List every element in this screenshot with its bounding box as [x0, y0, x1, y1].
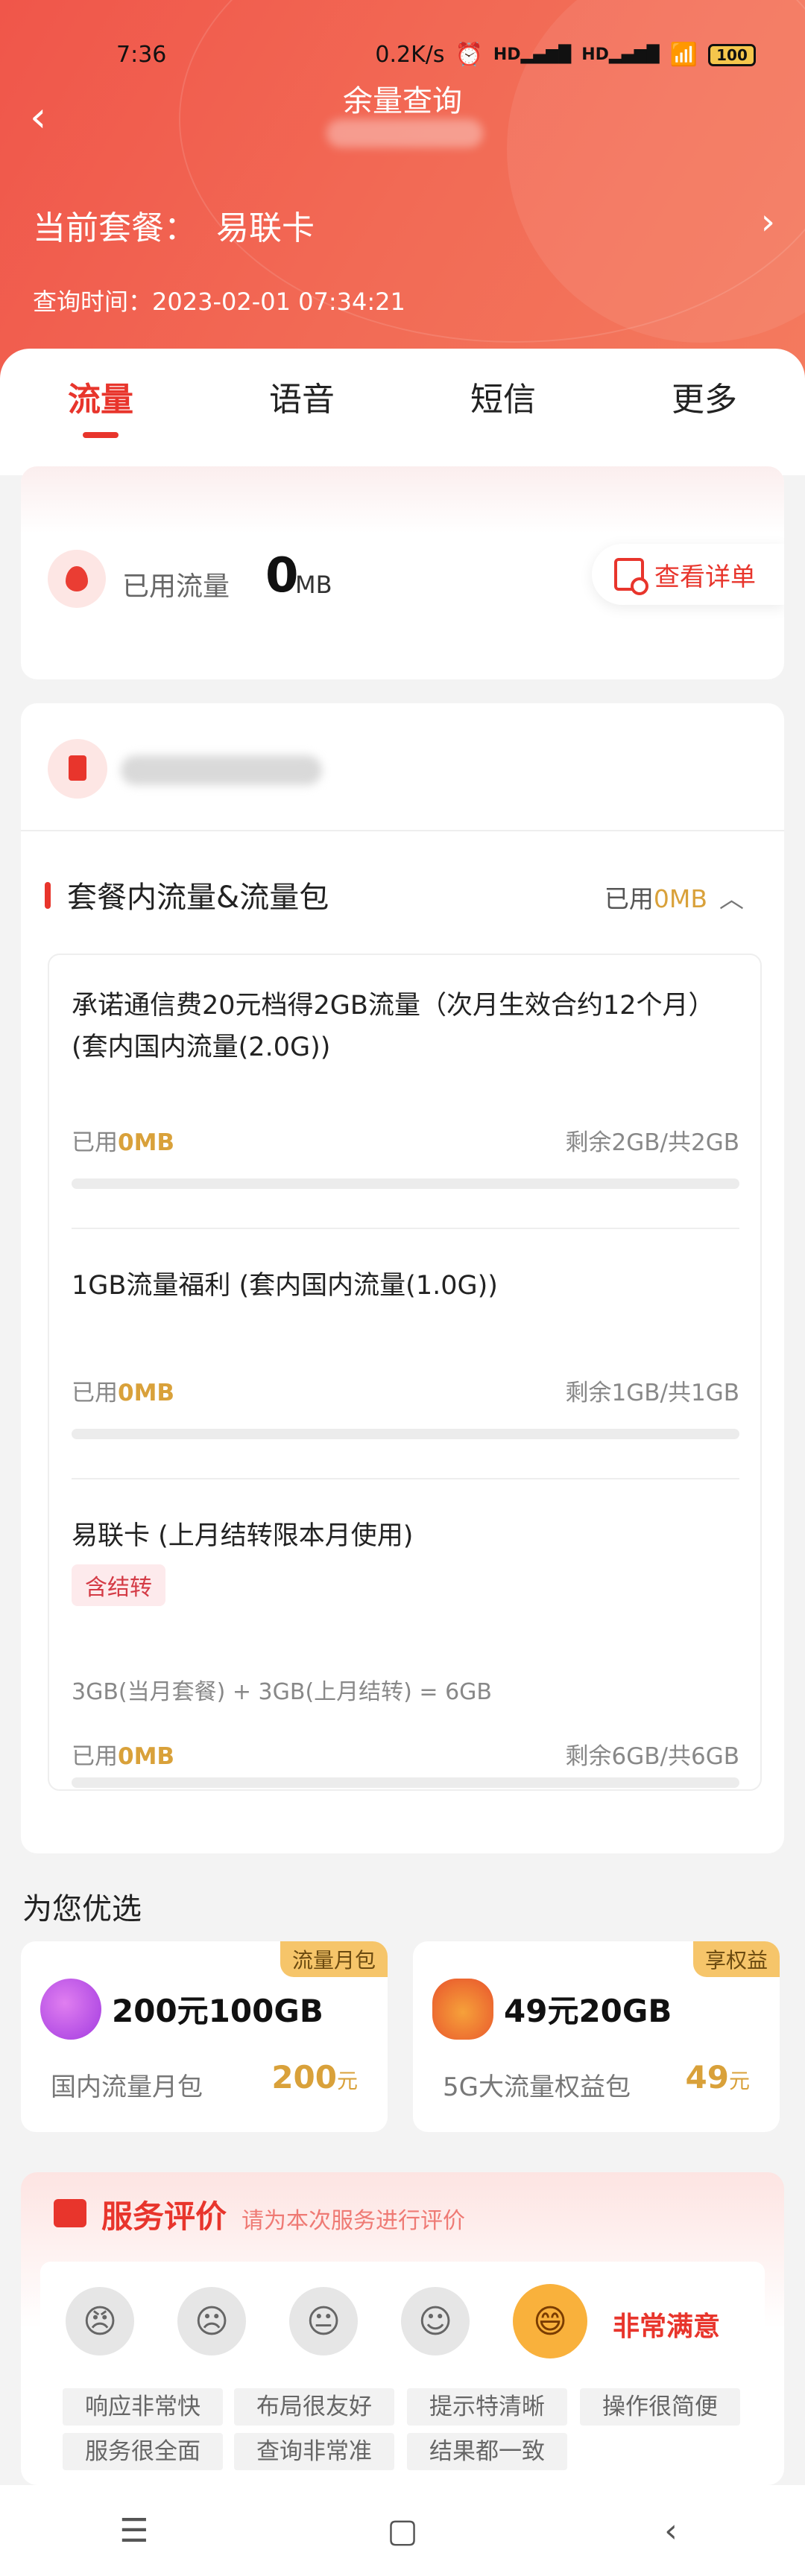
current-plan-row[interactable]: 当前套餐： 易联卡 — [33, 201, 315, 249]
chevron-up-icon: ︿ — [719, 884, 744, 913]
query-time: 查询时间：2023-02-01 07:34:21 — [33, 288, 405, 316]
item-title: 易联卡 (上月结转限本月使用) — [72, 1521, 414, 1551]
sad-face-icon[interactable]: ☹ — [177, 2287, 246, 2355]
evaluation-title: 服务评价 — [101, 2198, 227, 2235]
tab-voice[interactable]: 语音 — [201, 372, 402, 440]
feedback-chip[interactable]: 服务很全面 — [63, 2433, 223, 2470]
battery-icon: 100 — [708, 43, 756, 66]
alarm-icon: ⏰ — [455, 42, 483, 68]
grin-face-icon[interactable]: 😄 — [513, 2284, 587, 2358]
signal-icon-1: HD▂▄▆█ — [493, 45, 572, 64]
divider — [72, 1478, 739, 1479]
divider — [21, 830, 784, 831]
item-usage-row: 已用0MB 剩余1GB/共1GB — [72, 1374, 739, 1407]
item-note: 3GB(当月套餐) + 3GB(上月结转) = 6GB — [72, 1679, 492, 1705]
divider — [72, 1228, 739, 1229]
plan-name: 易联卡 — [216, 209, 315, 247]
item-used-value: 0MB — [118, 1129, 175, 1156]
tab-bar: 流量 语音 短信 更多 — [0, 372, 805, 440]
offer-card-5g-benefit[interactable]: 享权益 49元20GB 5G大流量权益包 49元 — [413, 1941, 780, 2132]
feedback-chip[interactable]: 提示特清晰 — [407, 2388, 567, 2426]
view-details-label: 查看详单 — [654, 562, 756, 592]
progress-bar — [72, 1777, 739, 1788]
used-data-value: 0 — [265, 548, 299, 603]
chevron-right-icon[interactable]: › — [761, 201, 775, 243]
data-drop-icon — [48, 550, 106, 608]
crown-medal-icon — [432, 1979, 493, 2040]
offer-name: 200元100GB — [112, 1993, 323, 2029]
document-search-icon — [614, 558, 648, 595]
back-icon[interactable]: ‹ — [626, 2512, 716, 2550]
package-section-title: 套餐内流量&流量包 — [67, 881, 329, 915]
signal-icon-2: HD▂▄▆█ — [581, 45, 660, 64]
menu-icon[interactable]: ☰ — [89, 2512, 179, 2550]
package-items-list: 承诺通信费20元档得2GB流量（次月生效合约12个月）(套内国内流量(2.0G)… — [48, 954, 762, 1791]
feedback-chip[interactable]: 布局很友好 — [234, 2388, 394, 2426]
plan-label: 当前套餐： — [33, 209, 197, 247]
rocket-icon — [40, 1979, 101, 2040]
item-used-value: 0MB — [118, 1380, 175, 1406]
item-usage-row: 已用0MB 剩余6GB/共6GB — [72, 1737, 739, 1771]
service-evaluation-card: 服务评价 请为本次服务进行评价 😠 ☹ 😐 ☺ 😄 非常满意 响应非常快 布局很… — [21, 2172, 784, 2485]
list-item: 1GB流量福利 (套内国内流量(1.0G)) — [72, 1265, 739, 1307]
feedback-chip[interactable]: 查询非常准 — [234, 2433, 394, 2470]
offer-subtitle: 国内流量月包 — [51, 2072, 203, 2102]
system-navigation-bar: ☰ ▢ ‹ — [0, 2485, 805, 2576]
carryover-tag: 含结转 — [72, 1564, 165, 1606]
angry-face-icon[interactable]: 😠 — [66, 2287, 134, 2355]
feedback-chip[interactable]: 响应非常快 — [63, 2388, 223, 2426]
evaluation-subtitle: 请为本次服务进行评价 — [242, 2208, 465, 2234]
view-details-button[interactable]: 查看详单 — [592, 544, 784, 605]
section-marker — [45, 882, 51, 909]
package-used-toggle[interactable]: 已用0MB ︿ — [604, 879, 744, 915]
tab-sms[interactable]: 短信 — [402, 372, 604, 440]
item-title: 1GB流量福利 (套内国内流量(1.0G)) — [72, 1271, 498, 1301]
sim-card-icon — [48, 739, 107, 799]
used-data-label: 已用流量 — [122, 571, 230, 602]
smile-face-icon[interactable]: ☺ — [401, 2287, 470, 2355]
offer-badge: 流量月包 — [280, 1941, 388, 1977]
progress-bar — [72, 1429, 739, 1439]
offer-card-data-pack[interactable]: 流量月包 200元100GB 国内流量月包 200元 — [21, 1941, 388, 2132]
feedback-chip[interactable]: 操作很简便 — [580, 2388, 740, 2426]
used-data-unit: MB — [295, 571, 332, 599]
usage-card: 已用流量 0 MB 查看详单 — [21, 466, 784, 679]
offer-subtitle: 5G大流量权益包 — [443, 2072, 631, 2102]
tab-data[interactable]: 流量 — [0, 372, 201, 440]
item-used-value: 0MB — [118, 1743, 175, 1770]
masked-phone-number — [121, 755, 322, 785]
list-item: 易联卡 (上月结转限本月使用) 含结转 — [72, 1515, 739, 1606]
offer-price: 200元 — [271, 2059, 358, 2096]
item-usage-row: 已用0MB 剩余2GB/共2GB — [72, 1123, 739, 1157]
tab-more[interactable]: 更多 — [604, 372, 805, 440]
status-bar: 7:36 0.2K/s ⏰ HD▂▄▆█ HD▂▄▆█ 📶 100 — [0, 37, 805, 74]
page-title: 余量查询 — [343, 84, 462, 118]
item-remain: 剩余1GB/共1GB — [565, 1380, 739, 1406]
list-item: 承诺通信费20元档得2GB流量（次月生效合约12个月）(套内国内流量(2.0G)… — [72, 985, 739, 1068]
evaluation-selected-label: 非常满意 — [613, 2312, 721, 2342]
item-remain: 剩余2GB/共2GB — [565, 1129, 739, 1156]
network-speed: 0.2K/s — [375, 42, 445, 68]
package-card: 套餐内流量&流量包 已用0MB ︿ 承诺通信费20元档得2GB流量（次月生效合约1… — [21, 703, 784, 1853]
package-used-value: 0MB — [653, 884, 707, 913]
status-icons: 0.2K/s ⏰ HD▂▄▆█ HD▂▄▆█ 📶 100 — [375, 42, 756, 68]
item-remain: 剩余6GB/共6GB — [565, 1743, 739, 1770]
feedback-chip[interactable]: 结果都一致 — [407, 2433, 567, 2470]
chat-bubble-icon — [54, 2199, 86, 2227]
progress-bar — [72, 1178, 739, 1189]
neutral-face-icon[interactable]: 😐 — [289, 2287, 358, 2355]
offer-badge: 享权益 — [692, 1941, 780, 1977]
wifi-icon: 📶 — [669, 42, 698, 68]
offer-name: 49元20GB — [504, 1993, 672, 2029]
masked-phone-number — [326, 119, 483, 147]
home-icon[interactable]: ▢ — [358, 2512, 447, 2550]
item-title: 承诺通信费20元档得2GB流量（次月生效合约12个月）(套内国内流量(2.0G)… — [72, 991, 715, 1062]
recommend-title: 为您优选 — [22, 1892, 142, 1926]
offer-price: 49元 — [685, 2059, 750, 2096]
status-time: 7:36 — [116, 42, 167, 68]
